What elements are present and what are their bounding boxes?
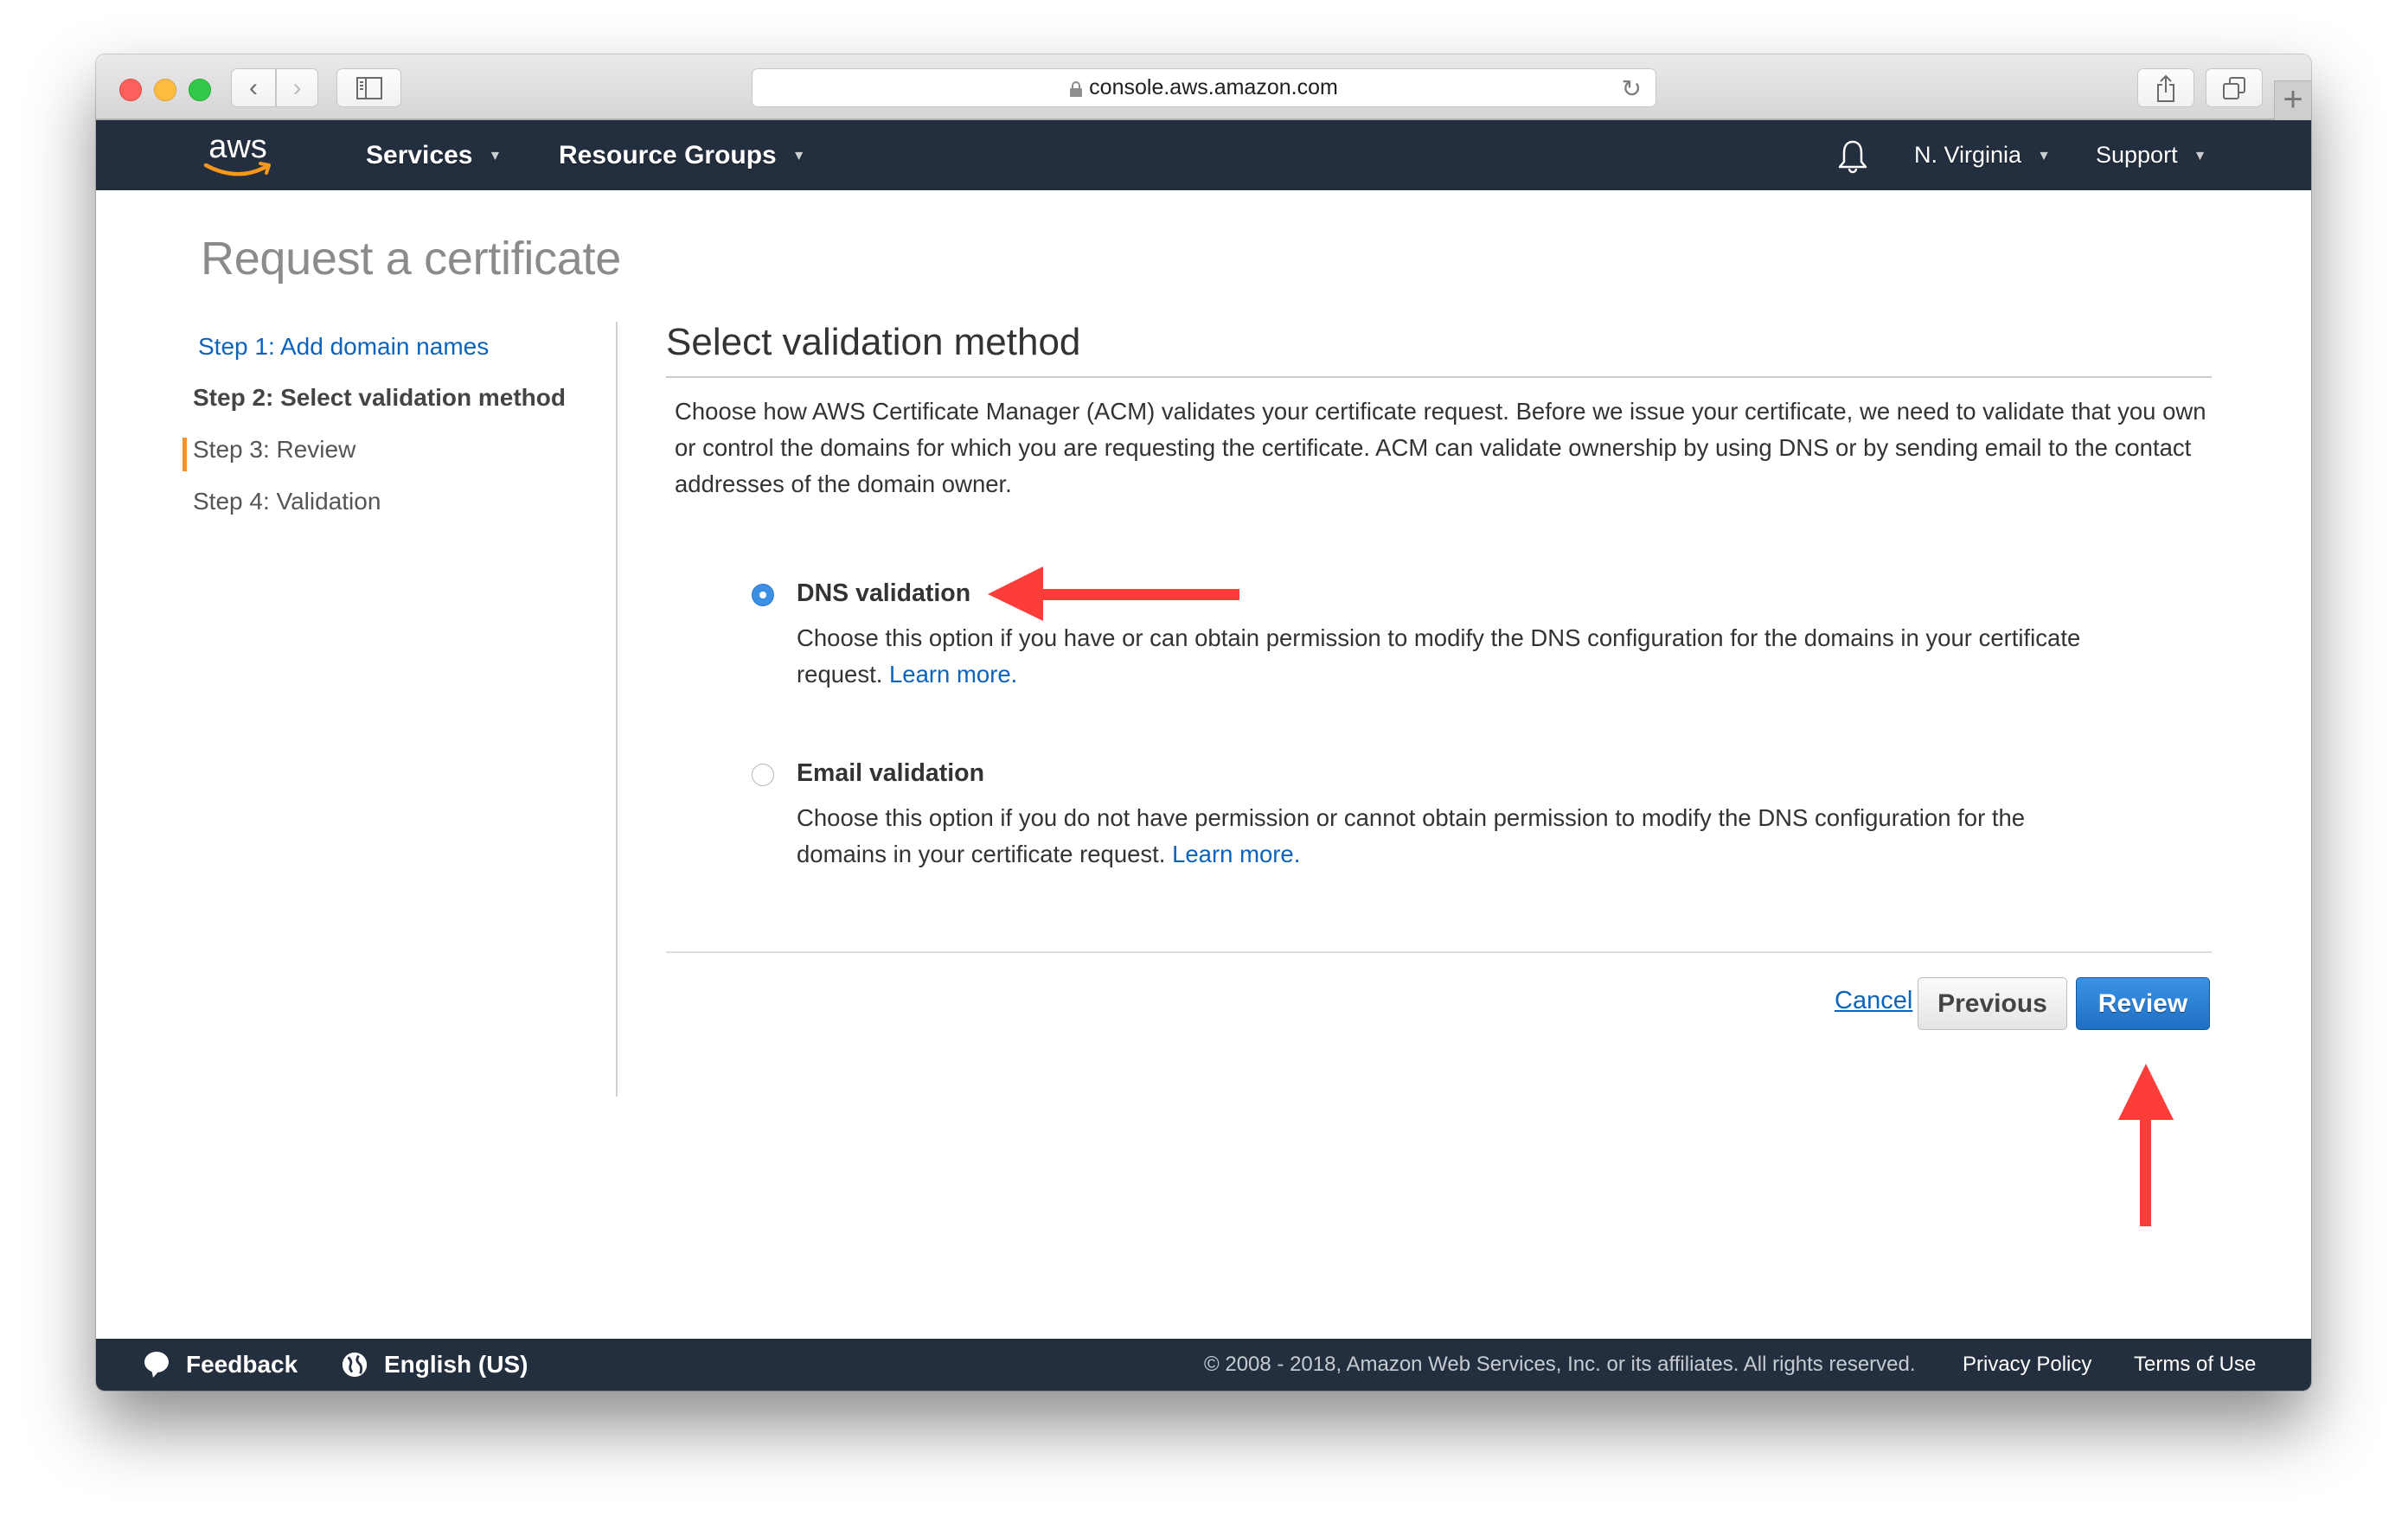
chevron-down-icon: ▼ xyxy=(792,149,806,164)
step-2-current: Step 2: Select validation method xyxy=(193,384,566,412)
back-button[interactable]: ‹ xyxy=(231,68,276,107)
support-label: Support xyxy=(2096,142,2178,169)
dns-validation-radio[interactable] xyxy=(752,584,774,606)
terms-of-use-link[interactable]: Terms of Use xyxy=(2134,1339,2256,1391)
feedback-link[interactable]: Feedback xyxy=(143,1339,298,1391)
chevron-down-icon: ▼ xyxy=(2037,149,2051,164)
url-text: console.aws.amazon.com xyxy=(1089,75,1338,100)
share-icon xyxy=(2156,74,2175,102)
region-label: N. Virginia xyxy=(1914,142,2021,169)
forward-button[interactable]: › xyxy=(276,68,318,107)
email-description-text: Choose this option if you do not have pe… xyxy=(797,804,2025,867)
close-window-button[interactable] xyxy=(119,79,142,101)
services-menu[interactable]: Services ▼ xyxy=(366,120,502,190)
chevron-down-icon: ▼ xyxy=(488,149,502,164)
language-selector[interactable]: English (US) xyxy=(341,1339,528,1391)
dns-learn-more-link[interactable]: Learn more. xyxy=(889,661,1017,688)
chevron-left-icon: ‹ xyxy=(249,74,258,103)
resource-groups-menu[interactable]: Resource Groups ▼ xyxy=(559,120,806,190)
aws-top-nav: aws Services ▼ Resource Groups ▼ N. Virg… xyxy=(96,120,2311,190)
sidebar-toggle-button[interactable] xyxy=(336,68,401,107)
feedback-label: Feedback xyxy=(186,1351,298,1379)
cancel-link[interactable]: Cancel xyxy=(1835,987,1912,1015)
email-learn-more-link[interactable]: Learn more. xyxy=(1172,841,1300,867)
globe-icon xyxy=(341,1350,368,1379)
lock-icon xyxy=(1070,81,1082,97)
aws-logo[interactable]: aws xyxy=(200,129,276,181)
speech-bubble-icon xyxy=(143,1350,170,1379)
resource-groups-label: Resource Groups xyxy=(559,141,777,170)
email-validation-radio[interactable] xyxy=(752,764,774,786)
chevron-right-icon: › xyxy=(293,74,302,103)
browser-toolbar: ‹ › console.aws.amazon.com xyxy=(96,54,2311,120)
aws-logo-text: aws xyxy=(208,129,267,165)
bell-icon[interactable] xyxy=(1837,139,1868,174)
address-bar[interactable]: console.aws.amazon.com ↻ xyxy=(752,68,1656,107)
show-tabs-button[interactable] xyxy=(2206,68,2263,107)
reload-icon[interactable]: ↻ xyxy=(1622,74,1642,103)
previous-button[interactable]: Previous xyxy=(1918,977,2067,1030)
chevron-down-icon: ▼ xyxy=(2193,149,2207,164)
region-selector[interactable]: N. Virginia ▼ xyxy=(1914,120,2051,190)
section-title: Select validation method xyxy=(666,321,1080,364)
support-menu[interactable]: Support ▼ xyxy=(2096,120,2206,190)
sidebar-icon xyxy=(356,77,382,99)
dns-validation-description: Choose this option if you have or can ob… xyxy=(797,620,2094,693)
step-1-link[interactable]: Step 1: Add domain names xyxy=(198,333,489,361)
desktop-background: ‹ › console.aws.amazon.com xyxy=(0,0,2408,1529)
zoom-window-button[interactable] xyxy=(189,79,211,101)
browser-window: ‹ › console.aws.amazon.com xyxy=(96,54,2311,1391)
email-validation-label[interactable]: Email validation xyxy=(797,759,984,788)
copyright-text: © 2008 - 2018, Amazon Web Services, Inc.… xyxy=(1204,1339,1916,1391)
sidebar-divider xyxy=(616,322,618,1097)
tabs-icon xyxy=(2223,77,2245,99)
language-label: English (US) xyxy=(384,1351,528,1379)
minimize-window-button[interactable] xyxy=(154,79,176,101)
new-tab-button[interactable]: + xyxy=(2274,80,2311,120)
console-footer: Feedback English (US) © 2008 - 2018, Ama… xyxy=(96,1339,2311,1391)
review-button[interactable]: Review xyxy=(2076,977,2210,1030)
share-button[interactable] xyxy=(2137,68,2194,107)
privacy-policy-link[interactable]: Privacy Policy xyxy=(1963,1339,2091,1391)
page-title: Request a certificate xyxy=(201,232,621,285)
section-title-rule xyxy=(666,376,2212,378)
step-4: Step 4: Validation xyxy=(193,488,381,515)
services-label: Services xyxy=(366,141,472,170)
active-step-marker xyxy=(183,438,187,471)
section-intro: Choose how AWS Certificate Manager (ACM)… xyxy=(675,393,2214,502)
email-validation-description: Choose this option if you do not have pe… xyxy=(797,800,2094,873)
actions-divider xyxy=(666,951,2212,953)
plus-icon: + xyxy=(2283,80,2302,118)
dns-validation-label[interactable]: DNS validation xyxy=(797,579,970,608)
step-3: Step 3: Review xyxy=(193,436,355,464)
